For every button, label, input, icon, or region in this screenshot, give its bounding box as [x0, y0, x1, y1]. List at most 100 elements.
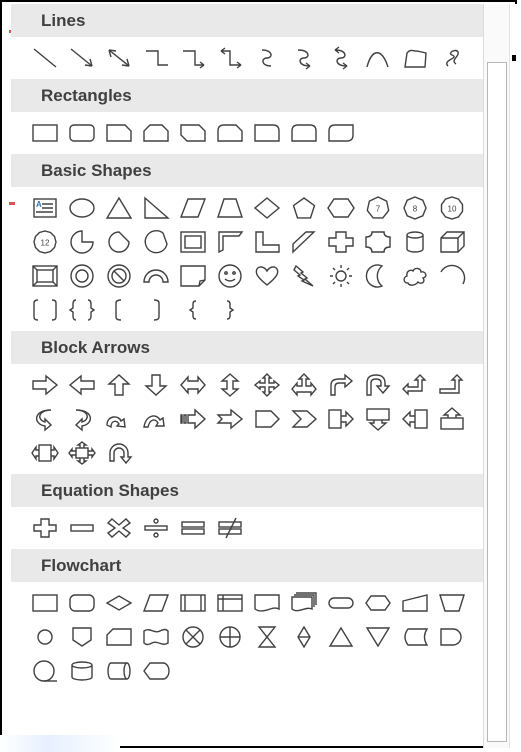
curved-up-arrow-shape-button[interactable] [100, 402, 137, 436]
u-turn-arrow-shape-button[interactable] [359, 368, 396, 402]
flowchart-document-shape-button[interactable] [248, 586, 285, 620]
regular-pentagon-shape-button[interactable] [285, 191, 322, 225]
smiley-face-shape-button[interactable] [211, 259, 248, 293]
left-right-arrow-shape-button[interactable] [174, 368, 211, 402]
flowchart-multidocument-shape-button[interactable] [285, 586, 322, 620]
left-arrow-callout-shape-button[interactable] [396, 402, 433, 436]
bent-up-arrow-shape-button[interactable] [433, 368, 470, 402]
flowchart-display-shape-button[interactable] [137, 654, 174, 688]
minus-shape-button[interactable] [63, 511, 100, 545]
pie-shape-button[interactable] [63, 225, 100, 259]
striped-right-arrow-shape-button[interactable] [174, 402, 211, 436]
elbow-double-arrow-connector-shape-button[interactable] [211, 41, 248, 75]
vertical-scrollbar[interactable] [483, 4, 509, 748]
curved-double-arrow-connector-shape-button[interactable] [322, 41, 359, 75]
heart-shape-button[interactable] [248, 259, 285, 293]
cloud-shape-button[interactable] [396, 259, 433, 293]
right-arrow-shape-button[interactable] [26, 368, 63, 402]
chord-shape-button[interactable] [137, 225, 174, 259]
teardrop-shape-button[interactable] [100, 225, 137, 259]
diagonal-stripe-shape-button[interactable] [285, 225, 322, 259]
flowchart-direct-access-storage-shape-button[interactable] [100, 654, 137, 688]
snip-round-single-corner-rectangle-shape-button[interactable] [211, 116, 248, 150]
moon-shape-button[interactable] [359, 259, 396, 293]
curved-down-arrow-shape-button[interactable] [137, 402, 174, 436]
trapezoid-shape-button[interactable] [211, 191, 248, 225]
flowchart-connector-shape-button[interactable] [26, 620, 63, 654]
round-single-corner-rectangle-shape-button[interactable] [248, 116, 285, 150]
division-shape-button[interactable] [137, 511, 174, 545]
flowchart-sequential-access-storage-shape-button[interactable] [26, 654, 63, 688]
flowchart-summing-junction-shape-button[interactable] [174, 620, 211, 654]
left-brace-shape-button[interactable] [174, 293, 211, 327]
snip-same-side-corner-rectangle-shape-button[interactable] [137, 116, 174, 150]
arrow-line-shape-button[interactable] [63, 41, 100, 75]
snip-diagonal-corner-rectangle-shape-button[interactable] [174, 116, 211, 150]
freeform-scribble-shape-button[interactable] [433, 41, 470, 75]
octagon-shape-button[interactable]: 8 [396, 191, 433, 225]
elbow-arrow-connector-shape-button[interactable] [174, 41, 211, 75]
flowchart-internal-storage-shape-button[interactable] [211, 586, 248, 620]
right-triangle-shape-button[interactable] [137, 191, 174, 225]
flowchart-card-shape-button[interactable] [100, 620, 137, 654]
flowchart-collate-shape-button[interactable] [248, 620, 285, 654]
curved-right-arrow-shape-button[interactable] [26, 402, 63, 436]
flowchart-or-shape-button[interactable] [211, 620, 248, 654]
round-diagonal-corner-rectangle-shape-button[interactable] [322, 116, 359, 150]
plus-shape-button[interactable] [26, 511, 63, 545]
diamond-shape-button[interactable] [248, 191, 285, 225]
plaque-shape-button[interactable] [359, 225, 396, 259]
dodecagon-shape-button[interactable]: 12 [26, 225, 63, 259]
folded-corner-shape-button[interactable] [174, 259, 211, 293]
right-brace-shape-button[interactable] [211, 293, 248, 327]
sun-shape-button[interactable] [322, 259, 359, 293]
up-arrow-callout-shape-button[interactable] [433, 402, 470, 436]
flowchart-off-page-connector-shape-button[interactable] [63, 620, 100, 654]
down-arrow-shape-button[interactable] [137, 368, 174, 402]
quad-arrow-shape-button[interactable] [248, 368, 285, 402]
line-shape-button[interactable] [26, 41, 63, 75]
arc-shape-button[interactable] [433, 259, 470, 293]
left-arrow-shape-button[interactable] [63, 368, 100, 402]
curved-connector-shape-button[interactable] [248, 41, 285, 75]
flowchart-punched-tape-shape-button[interactable] [137, 620, 174, 654]
left-right-arrow-callout-shape-button[interactable] [26, 436, 63, 470]
snip-single-corner-rectangle-shape-button[interactable] [100, 116, 137, 150]
flowchart-merge-shape-button[interactable] [359, 620, 396, 654]
circular-arrow-shape-button[interactable] [100, 436, 137, 470]
oval-shape-button[interactable] [63, 191, 100, 225]
scrollbar-thumb[interactable] [487, 62, 507, 742]
flowchart-manual-operation-shape-button[interactable] [433, 586, 470, 620]
flowchart-sort-shape-button[interactable] [285, 620, 322, 654]
flowchart-extract-shape-button[interactable] [322, 620, 359, 654]
round-same-side-corner-rectangle-shape-button[interactable] [285, 116, 322, 150]
right-bracket-shape-button[interactable] [137, 293, 174, 327]
block-arc-shape-button[interactable] [137, 259, 174, 293]
not-equal-shape-button[interactable] [211, 511, 248, 545]
rectangle-shape-button[interactable] [26, 116, 63, 150]
cube-shape-button[interactable] [433, 225, 470, 259]
double-bracket-shape-button[interactable] [26, 293, 63, 327]
elbow-connector-shape-button[interactable] [137, 41, 174, 75]
left-right-up-arrow-shape-button[interactable] [285, 368, 322, 402]
left-up-arrow-shape-button[interactable] [396, 368, 433, 402]
right-arrow-callout-shape-button[interactable] [322, 402, 359, 436]
l-shape-shape-button[interactable] [248, 225, 285, 259]
heptagon-shape-button[interactable]: 7 [359, 191, 396, 225]
flowchart-delay-shape-button[interactable] [433, 620, 470, 654]
flowchart-manual-input-shape-button[interactable] [396, 586, 433, 620]
lightning-bolt-shape-button[interactable] [285, 259, 322, 293]
quad-arrow-callout-shape-button[interactable] [63, 436, 100, 470]
bent-arrow-shape-button[interactable] [322, 368, 359, 402]
no-symbol-shape-button[interactable] [100, 259, 137, 293]
can-shape-button[interactable] [396, 225, 433, 259]
flowchart-process-shape-button[interactable] [26, 586, 63, 620]
double-brace-shape-button[interactable] [63, 293, 100, 327]
flowchart-stored-data-shape-button[interactable] [396, 620, 433, 654]
text-box-shape-button[interactable]: A [26, 191, 63, 225]
frame-shape-button[interactable] [174, 225, 211, 259]
flowchart-predefined-process-shape-button[interactable] [174, 586, 211, 620]
double-arrow-line-shape-button[interactable] [100, 41, 137, 75]
up-down-arrow-shape-button[interactable] [211, 368, 248, 402]
rounded-rectangle-shape-button[interactable] [63, 116, 100, 150]
